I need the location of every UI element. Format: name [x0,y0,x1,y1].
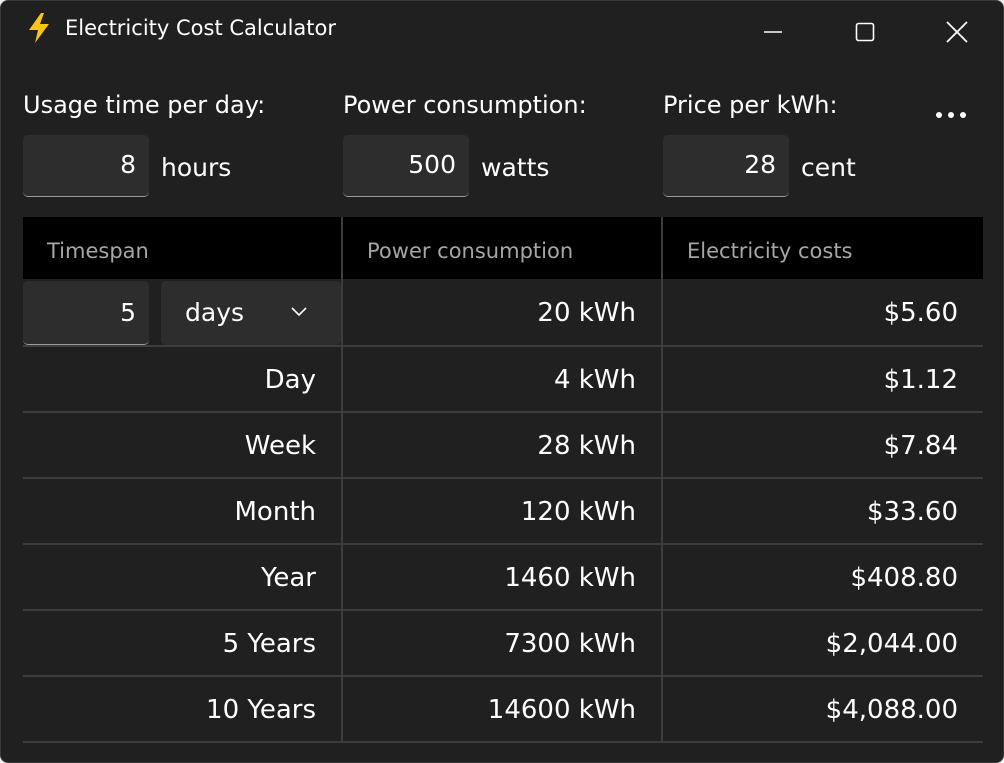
power-watts-value: 500 [408,150,456,179]
maximize-icon [855,22,875,42]
table-row: Week 28 kWh $7.84 [23,413,983,479]
header-power-consumption: Power consumption [367,239,574,263]
header-timespan: Timespan [47,239,149,263]
timespan-cell: Year [260,563,316,593]
cost-cell: $33.60 [867,497,958,527]
cost-cell: $4,088.00 [825,695,958,725]
custom-power-value: 20 kWh [537,298,636,328]
usage-time-label: Usage time per day: [23,91,266,119]
power-cell: 4 kWh [553,365,636,395]
usage-unit-label: hours [161,153,232,182]
app-window: Electricity Cost Calculator Usage time p… [0,0,1004,763]
timespan-count-input[interactable]: 5 [23,281,149,345]
power-cell: 14600 kWh [487,695,636,725]
custom-cost-value: $5.60 [883,298,958,328]
timespan-cell: 5 Years [222,629,316,659]
window-title: Electricity Cost Calculator [65,16,336,40]
usage-hours-input[interactable]: 8 [23,135,149,197]
header-electricity-costs: Electricity costs [687,239,853,263]
price-per-kwh-label: Price per kWh: [663,91,838,119]
timespan-cell: 10 Years [206,695,316,725]
table-row: Year 1460 kWh $408.80 [23,545,983,611]
chevron-down-icon [291,307,307,317]
table-row: Month 120 kWh $33.60 [23,479,983,545]
lightning-bolt-icon [27,13,51,43]
column-divider [661,217,663,743]
close-button[interactable] [911,1,1003,63]
power-cell: 28 kWh [537,431,636,461]
cost-cell: $1.12 [883,365,958,395]
price-unit-label: cent [801,153,856,182]
timespan-cell: Day [264,365,316,395]
cost-cell: $2,044.00 [825,629,958,659]
cost-cell: $7.84 [883,431,958,461]
timespan-count-value: 5 [120,298,136,327]
table-row: 5 Years 7300 kWh $2,044.00 [23,611,983,677]
close-icon [946,21,968,43]
maximize-button[interactable] [819,1,911,63]
power-consumption-label: Power consumption: [343,91,587,119]
title-bar[interactable]: Electricity Cost Calculator [1,1,1003,63]
timespan-cell: Week [244,431,316,461]
price-cent-value: 28 [744,150,776,179]
more-horizontal-icon [936,112,966,118]
power-watts-input[interactable]: 500 [343,135,469,197]
price-cent-input[interactable]: 28 [663,135,789,197]
timespan-unit-dropdown[interactable]: days [161,281,341,345]
power-unit-label: watts [481,153,550,182]
usage-hours-value: 8 [120,150,136,179]
minimize-icon [764,31,782,33]
table-header: Timespan Power consumption Electricity c… [23,217,983,279]
power-cell: 120 kWh [520,497,636,527]
table-row: Day 4 kWh $1.12 [23,347,983,413]
power-cell: 1460 kWh [504,563,636,593]
cost-cell: $408.80 [850,563,958,593]
power-cell: 7300 kWh [504,629,636,659]
cost-table: Timespan Power consumption Electricity c… [23,217,983,744]
minimize-button[interactable] [727,1,819,63]
table-row: 10 Years 14600 kWh $4,088.00 [23,677,983,743]
column-divider [341,217,343,743]
timespan-unit-value: days [185,298,245,327]
timespan-cell: Month [234,497,317,527]
more-options-button[interactable] [927,97,975,133]
